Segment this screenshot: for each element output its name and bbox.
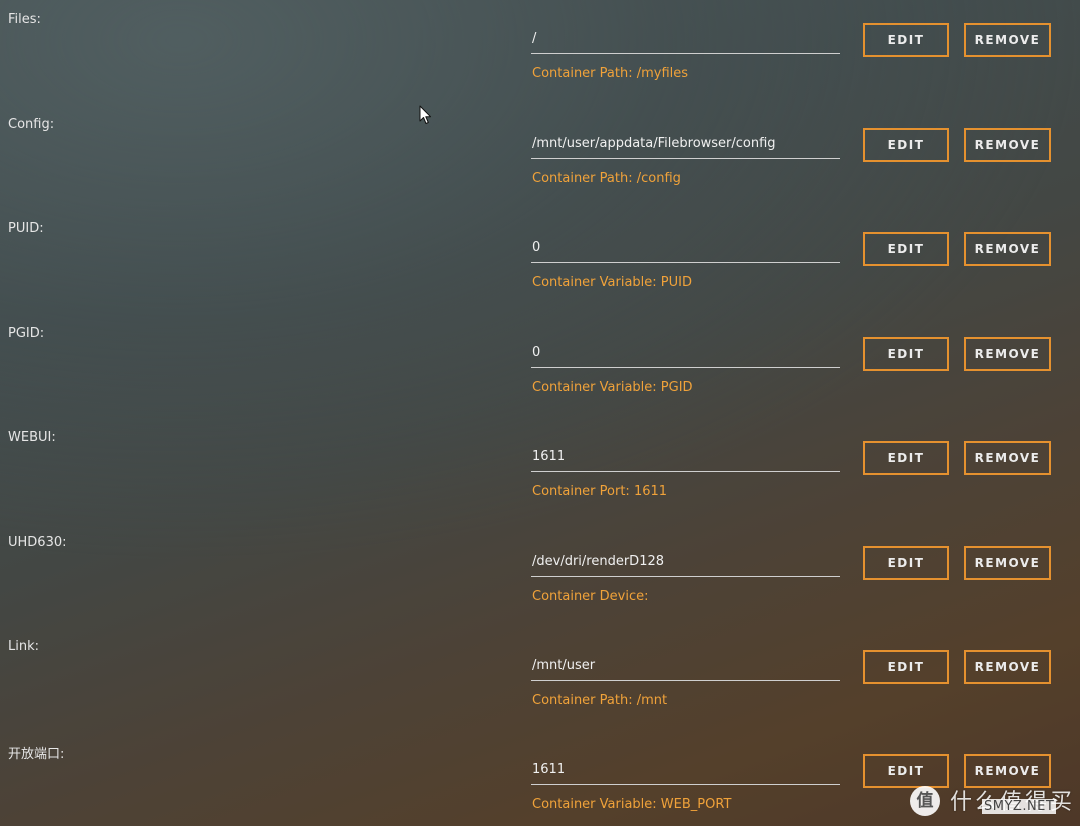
field-label: Config:	[8, 117, 55, 132]
value-input[interactable]	[531, 655, 840, 681]
edit-button[interactable]: EDIT	[863, 650, 949, 684]
field-label: PUID:	[8, 221, 44, 236]
field-label: Files:	[8, 12, 41, 27]
container-description: Container Variable: WEB_PORT	[532, 797, 732, 812]
field-label: PGID:	[8, 326, 45, 341]
remove-button[interactable]: REMOVE	[964, 232, 1051, 266]
field-label: Link:	[8, 639, 40, 654]
container-description: Container Path: /mnt	[532, 693, 668, 708]
edit-button[interactable]: EDIT	[863, 441, 949, 475]
container-description: Container Path: /myfiles	[532, 66, 689, 81]
container-description: Container Variable: PUID	[532, 275, 693, 290]
value-input[interactable]	[531, 342, 840, 368]
value-input[interactable]	[531, 446, 840, 472]
remove-button[interactable]: REMOVE	[964, 650, 1051, 684]
remove-button[interactable]: REMOVE	[964, 546, 1051, 580]
field-label: 开放端口:	[8, 747, 65, 762]
value-input[interactable]	[531, 237, 840, 263]
watermark-badge: 值	[910, 786, 940, 816]
container-description: Container Port: 1611	[532, 484, 668, 499]
watermark: 值 什么值得买 SMYZ.NET	[906, 782, 1076, 822]
setting-row-uhd630: UHD630: Container Device: EDIT REMOVE	[0, 523, 1080, 627]
value-input[interactable]	[531, 551, 840, 577]
setting-row-link: Link: Container Path: /mnt EDIT REMOVE	[0, 627, 1080, 731]
container-description: Container Path: /config	[532, 171, 681, 186]
setting-row-puid: PUID: Container Variable: PUID EDIT REMO…	[0, 209, 1080, 313]
container-description: Container Device:	[532, 589, 649, 604]
value-input[interactable]	[531, 133, 840, 159]
edit-button[interactable]: EDIT	[863, 337, 949, 371]
remove-button[interactable]: REMOVE	[964, 441, 1051, 475]
watermark-subtext: SMYZ.NET	[982, 799, 1057, 814]
value-input[interactable]	[531, 759, 840, 785]
remove-button[interactable]: REMOVE	[964, 337, 1051, 371]
remove-button[interactable]: REMOVE	[964, 23, 1051, 57]
setting-row-pgid: PGID: Container Variable: PGID EDIT REMO…	[0, 314, 1080, 418]
setting-row-files: Files: Container Path: /myfiles EDIT REM…	[0, 0, 1080, 104]
edit-button[interactable]: EDIT	[863, 128, 949, 162]
edit-button[interactable]: EDIT	[863, 23, 949, 57]
setting-row-config: Config: Container Path: /config EDIT REM…	[0, 105, 1080, 209]
edit-button[interactable]: EDIT	[863, 546, 949, 580]
edit-button[interactable]: EDIT	[863, 232, 949, 266]
field-label: WEBUI:	[8, 430, 56, 445]
value-input[interactable]	[531, 28, 840, 54]
container-description: Container Variable: PGID	[532, 380, 693, 395]
mouse-pointer-icon	[419, 105, 431, 124]
field-label: UHD630:	[8, 535, 67, 550]
remove-button[interactable]: REMOVE	[964, 128, 1051, 162]
setting-row-webui: WEBUI: Container Port: 1611 EDIT REMOVE	[0, 418, 1080, 522]
